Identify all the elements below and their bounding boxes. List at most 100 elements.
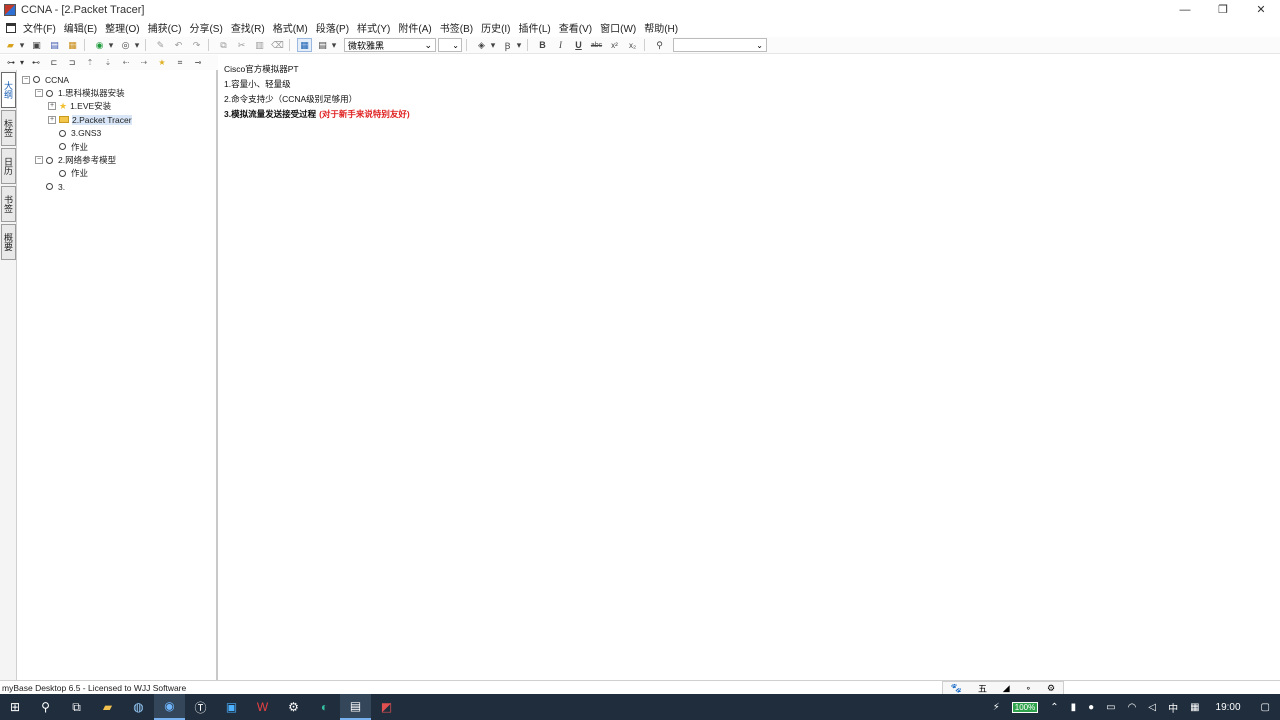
- ime-settings-icon[interactable]: ⚙: [1047, 683, 1055, 694]
- menu-style[interactable]: 样式(Y): [357, 20, 390, 35]
- menu-view[interactable]: 查看(V): [559, 20, 592, 35]
- menu-help[interactable]: 帮助(H): [644, 20, 678, 35]
- copy-icon[interactable]: ⧉: [216, 38, 231, 52]
- keyboard-icon[interactable]: ▦: [1190, 702, 1199, 713]
- menu-file[interactable]: 文件(F): [23, 20, 56, 35]
- menu-capture[interactable]: 捕获(C): [148, 20, 182, 35]
- move-left-icon[interactable]: ⇠: [119, 57, 133, 69]
- sibling-icon[interactable]: ⊐: [65, 57, 79, 69]
- notification-icon[interactable]: ▢: [1261, 702, 1270, 713]
- back-icon[interactable]: ◉: [92, 38, 107, 52]
- mybase-icon[interactable]: ▤: [340, 694, 371, 720]
- chevron-up-icon[interactable]: ⌃: [1050, 702, 1058, 713]
- collapse-icon[interactable]: −: [35, 89, 43, 98]
- expand-icon[interactable]: +: [48, 102, 56, 111]
- power-icon[interactable]: ⚡: [993, 702, 1000, 713]
- cut-icon[interactable]: ✂: [234, 38, 249, 52]
- input-language[interactable]: 中: [1168, 700, 1178, 715]
- menu-edit[interactable]: 编辑(E): [64, 20, 97, 35]
- tree-node[interactable]: − 1.思科模拟器安装: [17, 86, 216, 99]
- menu-bookmark[interactable]: 书签(B): [440, 20, 473, 35]
- tree-node[interactable]: 作业: [17, 167, 216, 180]
- search-input[interactable]: ⌄: [673, 38, 767, 52]
- ime-logo-icon[interactable]: 🐾: [951, 683, 962, 694]
- tab-overview[interactable]: 概要: [1, 224, 16, 260]
- search-icon[interactable]: ⚲: [30, 694, 61, 720]
- restore-button[interactable]: ❐: [1204, 0, 1242, 19]
- new-child-icon[interactable]: ⊷: [29, 57, 43, 69]
- dropdown-arrow-icon[interactable]: ▾: [515, 38, 523, 52]
- tab-outline[interactable]: 大纲: [1, 72, 16, 108]
- microphone-icon[interactable]: ●: [1088, 702, 1094, 713]
- tree-node[interactable]: 作业: [17, 140, 216, 153]
- tree-node[interactable]: 3.GNS3: [17, 127, 216, 140]
- menu-find[interactable]: 查找(R): [231, 20, 265, 35]
- menu-share[interactable]: 分享(S): [189, 20, 222, 35]
- dropdown-arrow-icon[interactable]: ▾: [19, 57, 25, 69]
- tree-node-root[interactable]: − CCNA: [17, 73, 216, 86]
- clock[interactable]: 19:00: [1216, 702, 1241, 713]
- dropdown-arrow-icon[interactable]: ▾: [489, 38, 497, 52]
- redo-icon[interactable]: ↷: [189, 38, 204, 52]
- search-icon[interactable]: ⚲: [652, 38, 667, 52]
- eraser-icon[interactable]: ⌫: [270, 38, 285, 52]
- windows-start-icon[interactable]: ⊞: [0, 694, 30, 720]
- expand-icon[interactable]: +: [48, 115, 56, 124]
- menu-paragraph[interactable]: 段落(P): [316, 20, 349, 35]
- save-all-icon[interactable]: ▤: [47, 38, 62, 52]
- more-icon[interactable]: ⊸: [191, 57, 205, 69]
- tree-node[interactable]: + ★ 1.EVE安装: [17, 100, 216, 113]
- new-node-icon[interactable]: ⊶: [4, 57, 18, 69]
- tab-labels[interactable]: 标签: [1, 110, 16, 146]
- menu-format[interactable]: 格式(M): [273, 20, 308, 35]
- editor-line[interactable]: 3.模拟流量发送接受过程 (对于新手来说特别友好): [224, 107, 1276, 122]
- app-icon[interactable]: ◩: [371, 694, 402, 720]
- note-editor[interactable]: Cisco官方模拟器PT 1.容量小、轻量级 2.命令支持少（CCNA级别足够用…: [220, 59, 1280, 680]
- tree-node[interactable]: − 2.网络参考模型: [17, 153, 216, 166]
- app-icon[interactable]: ◉: [154, 694, 185, 720]
- typora-icon[interactable]: Ⓣ: [185, 694, 216, 720]
- tree-node-selected[interactable]: + 2.Packet Tracer: [17, 113, 216, 126]
- bold-button[interactable]: B: [535, 38, 550, 52]
- save-icon[interactable]: ▣: [29, 38, 44, 52]
- battery-indicator[interactable]: 100%: [1011, 701, 1039, 713]
- menu-attachment[interactable]: 附件(A): [398, 20, 431, 35]
- tab-bookmarks[interactable]: 书签: [1, 186, 16, 222]
- font-size-select[interactable]: ⌄: [438, 38, 462, 52]
- text-color-icon[interactable]: Ꞵ: [500, 38, 515, 52]
- paste-icon[interactable]: ▥: [252, 38, 267, 52]
- highlight-icon[interactable]: ◈: [474, 38, 489, 52]
- edge-icon[interactable]: ◐: [309, 694, 340, 720]
- pen-icon[interactable]: ✎: [153, 38, 168, 52]
- app-icon[interactable]: ⚙: [278, 694, 309, 720]
- strikethrough-button[interactable]: abc: [589, 38, 604, 52]
- move-down-icon[interactable]: ⇣: [101, 57, 115, 69]
- subscript-button[interactable]: x₂: [625, 38, 640, 52]
- app-icon[interactable]: ▣: [216, 694, 247, 720]
- file-explorer-icon[interactable]: ▰: [92, 694, 123, 720]
- close-button[interactable]: ✕: [1242, 0, 1280, 19]
- wps-icon[interactable]: W: [247, 694, 278, 720]
- font-family-select[interactable]: 微软雅黑 ⌄: [344, 38, 436, 52]
- dropdown-arrow-icon[interactable]: ▾: [330, 38, 338, 52]
- undo-icon[interactable]: ↶: [171, 38, 186, 52]
- move-up-icon[interactable]: ⇡: [83, 57, 97, 69]
- layout-icon[interactable]: ▤: [315, 38, 330, 52]
- tab-calendar[interactable]: 日历: [1, 148, 16, 184]
- wifi-icon[interactable]: ◠: [1128, 702, 1137, 713]
- editor-line[interactable]: 1.容量小、轻量级: [224, 76, 1276, 91]
- tag-icon[interactable]: ⌗: [173, 57, 187, 69]
- dropdown-arrow-icon[interactable]: ▾: [133, 38, 141, 52]
- menu-history[interactable]: 历史(I): [481, 20, 510, 35]
- minimize-button[interactable]: —: [1166, 0, 1204, 19]
- ime-halfwidth-icon[interactable]: ◢: [1003, 683, 1010, 694]
- italic-button[interactable]: I: [553, 38, 568, 52]
- usb-icon[interactable]: ▮: [1071, 702, 1077, 713]
- volume-icon[interactable]: ◁: [1148, 702, 1156, 713]
- superscript-button[interactable]: x²: [607, 38, 622, 52]
- menu-plugins[interactable]: 插件(L): [519, 20, 551, 35]
- task-view-icon[interactable]: ⧉: [61, 694, 92, 720]
- open-folder-icon[interactable]: ▰: [3, 38, 18, 52]
- dropdown-arrow-icon[interactable]: ▾: [18, 38, 26, 52]
- briefcase-icon[interactable]: ▦: [65, 38, 80, 52]
